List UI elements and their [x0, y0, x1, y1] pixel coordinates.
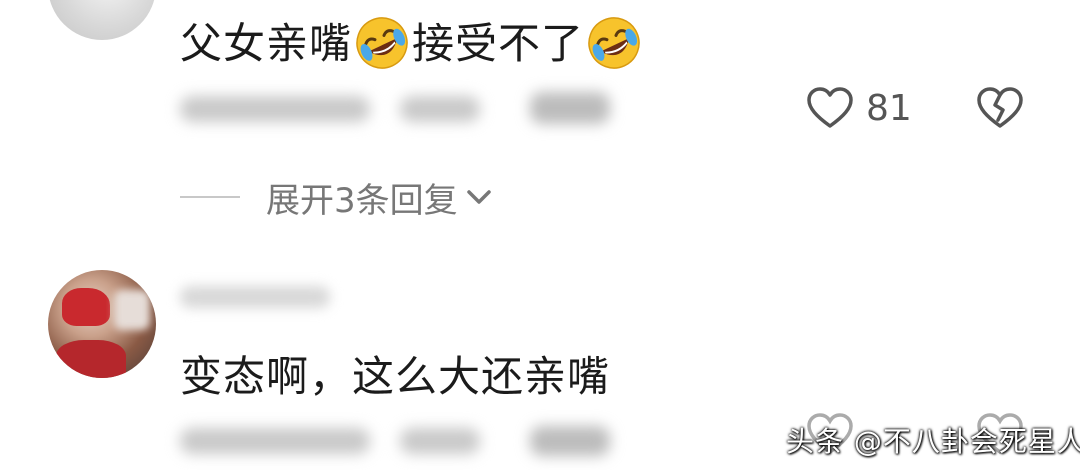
blurred-meta-location	[400, 428, 480, 454]
blurred-username[interactable]	[180, 286, 330, 308]
like-count: 81	[866, 87, 912, 129]
avatar[interactable]	[48, 0, 156, 40]
heart-icon	[807, 87, 853, 128]
comment-text: 变态啊，这么大还亲嘴	[180, 352, 611, 401]
watermark: 头条 @不八卦会死星人	[786, 425, 1080, 458]
blurred-reply-button[interactable]	[530, 426, 610, 456]
blurred-meta-time	[180, 96, 370, 122]
rolling-on-floor-laughing-icon	[354, 15, 410, 71]
rolling-on-floor-laughing-icon	[586, 15, 642, 71]
broken-heart-icon[interactable]	[976, 86, 1024, 130]
comment-text-part2: 接受不了	[412, 19, 585, 68]
blurred-meta-location	[400, 96, 480, 122]
chevron-down-icon	[466, 190, 491, 204]
comment-text: 父女亲嘴 接受不了	[180, 10, 644, 71]
comment-text-part1: 父女亲嘴	[180, 19, 353, 68]
expand-replies-button[interactable]: 展开3条回复	[180, 170, 494, 224]
expand-replies-label: 展开3条回复	[266, 180, 458, 221]
comment-thread: 父女亲嘴 接受不了 81 展开3条回复 变态啊，这么大还亲嘴 头条 @不八卦会死…	[0, 0, 1080, 470]
like-button[interactable]: 81	[806, 84, 912, 132]
avatar[interactable]	[48, 270, 156, 378]
blurred-reply-button[interactable]	[530, 92, 610, 124]
blurred-meta-time	[180, 428, 370, 454]
divider	[180, 196, 240, 198]
